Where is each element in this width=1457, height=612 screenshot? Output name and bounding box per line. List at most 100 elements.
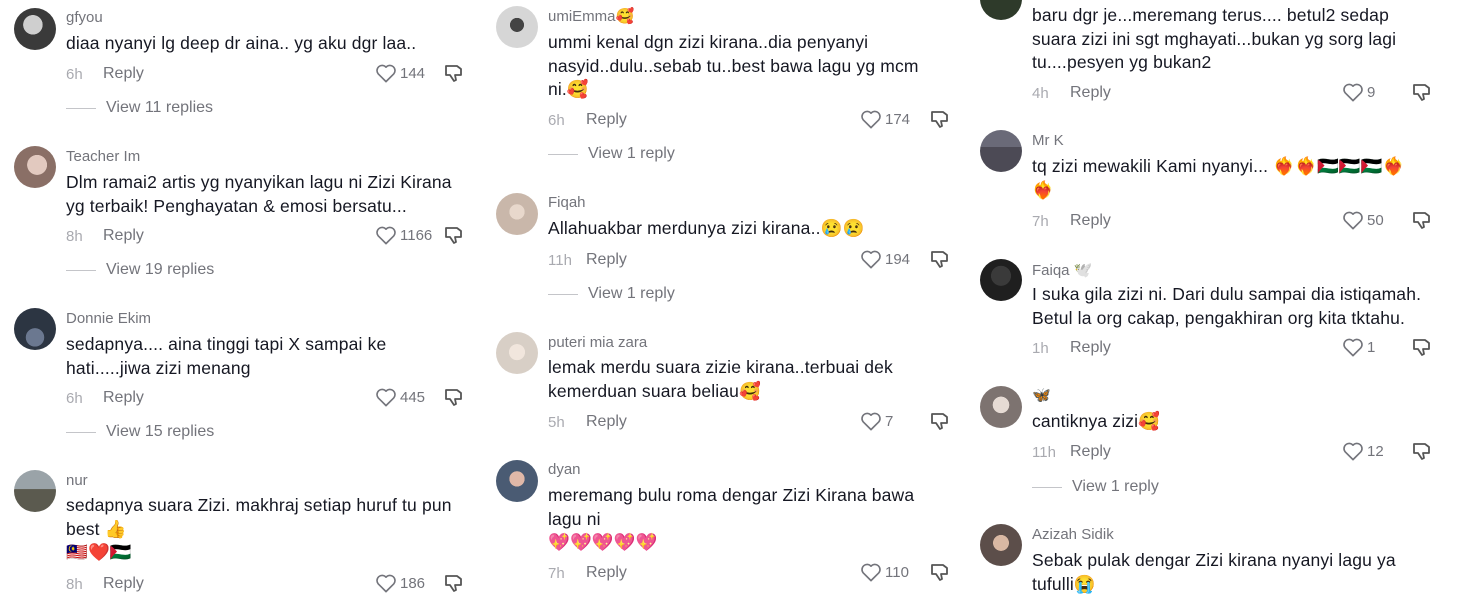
reply-button[interactable]: Reply bbox=[586, 413, 627, 431]
like-button[interactable]: 12 bbox=[1342, 441, 1384, 461]
like-button[interactable]: 445 bbox=[375, 387, 425, 407]
avatar[interactable] bbox=[14, 470, 56, 512]
comment-username[interactable]: puteri mia zara bbox=[548, 334, 647, 351]
dislike-button[interactable] bbox=[1412, 83, 1432, 108]
like-button[interactable]: 144 bbox=[375, 63, 425, 83]
comment-text: diaa nyanyi lg deep dr aina.. yg aku dgr… bbox=[66, 33, 417, 53]
comment-time: 11h bbox=[1032, 444, 1056, 461]
view-replies[interactable]: View 15 replies bbox=[66, 423, 214, 441]
reply-button[interactable]: Reply bbox=[586, 251, 627, 269]
comment-username[interactable]: Azizah Sidik bbox=[1032, 526, 1114, 543]
dislike-button[interactable] bbox=[1412, 442, 1432, 467]
avatar[interactable] bbox=[980, 0, 1022, 20]
view-replies[interactable]: View 1 reply bbox=[548, 285, 675, 303]
thumbs-down-icon bbox=[1413, 443, 1430, 460]
dislike-button[interactable] bbox=[930, 250, 950, 275]
heart-outline-icon bbox=[376, 388, 396, 407]
view-replies[interactable]: View 1 reply bbox=[1032, 478, 1159, 496]
avatar[interactable] bbox=[980, 259, 1022, 301]
comment-username[interactable]: Donnie Ekim bbox=[66, 310, 151, 327]
heart-outline-icon bbox=[1343, 338, 1363, 357]
comment-text: tq zizi mewakili Kami nyanyi... ❤️‍🔥❤️‍🔥… bbox=[1032, 156, 1405, 200]
like-count: 110 bbox=[885, 563, 909, 581]
avatar[interactable] bbox=[496, 193, 538, 235]
view-replies[interactable]: View 11 replies bbox=[66, 99, 213, 117]
dislike-button[interactable] bbox=[1412, 338, 1432, 363]
comment-item: Fiqah Allahuakbar merdunya zizi kirana..… bbox=[482, 186, 968, 316]
comment-item: Teacher Im Dlm ramai2 artis yg nyanyikan… bbox=[0, 140, 480, 290]
comment-time: 11h bbox=[548, 252, 572, 269]
reply-button[interactable]: Reply bbox=[103, 389, 144, 407]
reply-button[interactable]: Reply bbox=[586, 111, 627, 129]
comment-item: baru dgr je...meremang terus.... betul2 … bbox=[966, 0, 1457, 122]
avatar[interactable] bbox=[14, 146, 56, 188]
view-replies-label: View 1 reply bbox=[588, 145, 675, 162]
like-count: 1 bbox=[1367, 338, 1376, 356]
like-button[interactable]: 1166 bbox=[375, 225, 432, 245]
like-button[interactable]: 1 bbox=[1342, 337, 1375, 357]
reply-button[interactable]: Reply bbox=[103, 227, 144, 245]
reply-button[interactable]: Reply bbox=[586, 564, 627, 582]
like-button[interactable]: 9 bbox=[1342, 82, 1375, 102]
dislike-button[interactable] bbox=[444, 574, 464, 599]
comment-item: gfyou diaa nyanyi lg deep dr aina.. yg a… bbox=[0, 0, 480, 130]
avatar[interactable] bbox=[14, 308, 56, 350]
dislike-button[interactable] bbox=[930, 412, 950, 437]
heart-outline-icon bbox=[376, 64, 396, 83]
dislike-button[interactable] bbox=[444, 64, 464, 89]
like-count: 9 bbox=[1367, 83, 1376, 101]
comment-time: 4h bbox=[1032, 85, 1049, 102]
view-replies[interactable]: View 19 replies bbox=[66, 261, 214, 279]
dislike-button[interactable] bbox=[1412, 211, 1432, 236]
comment-username[interactable]: umiEmma🥰 bbox=[548, 7, 634, 25]
comment-username[interactable]: Fiqah bbox=[548, 194, 586, 211]
reply-button[interactable]: Reply bbox=[103, 65, 144, 83]
thumbs-down-icon bbox=[445, 575, 462, 592]
like-count: 7 bbox=[885, 412, 894, 430]
avatar[interactable] bbox=[980, 524, 1022, 566]
avatar[interactable] bbox=[496, 332, 538, 374]
like-button[interactable]: 174 bbox=[860, 109, 910, 129]
comment-column-2: umiEmma🥰 ummi kenal dgn zizi kirana..dia… bbox=[482, 0, 968, 612]
dislike-button[interactable] bbox=[930, 110, 950, 135]
heart-outline-icon bbox=[861, 563, 881, 582]
reply-button[interactable]: Reply bbox=[1070, 212, 1111, 230]
dislike-button[interactable] bbox=[444, 226, 464, 251]
comment-text: Allahuakbar merdunya zizi kirana..😢😢 bbox=[548, 218, 865, 238]
thumbs-down-icon bbox=[445, 65, 462, 82]
heart-outline-icon bbox=[1343, 211, 1363, 230]
like-button[interactable]: 50 bbox=[1342, 210, 1384, 230]
dislike-button[interactable] bbox=[930, 563, 950, 588]
comment-username[interactable]: gfyou bbox=[66, 9, 103, 26]
comment-username[interactable]: Teacher Im bbox=[66, 148, 140, 165]
reply-button[interactable]: Reply bbox=[1070, 339, 1111, 357]
divider-line bbox=[66, 431, 96, 433]
comment-text: cantiknya zizi🥰 bbox=[1032, 411, 1161, 431]
divider-line bbox=[548, 293, 578, 295]
comment-text: Sebak pulak dengar Zizi kirana nyanyi la… bbox=[1032, 550, 1396, 594]
avatar[interactable] bbox=[14, 8, 56, 50]
reply-button[interactable]: Reply bbox=[1070, 443, 1111, 461]
like-count: 1166 bbox=[400, 226, 433, 244]
thumbs-down-icon bbox=[1413, 84, 1430, 101]
avatar[interactable] bbox=[980, 130, 1022, 172]
comment-username[interactable]: Mr K bbox=[1032, 132, 1064, 149]
comment-username[interactable]: 🦋 bbox=[1032, 386, 1051, 404]
comment-username[interactable]: Faiqa 🕊️ bbox=[1032, 261, 1092, 279]
reply-button[interactable]: Reply bbox=[1070, 84, 1111, 102]
avatar[interactable] bbox=[496, 6, 538, 48]
view-replies[interactable]: View 1 reply bbox=[548, 145, 675, 163]
thumbs-down-icon bbox=[931, 251, 948, 268]
comment-username[interactable]: dyan bbox=[548, 461, 581, 478]
reply-button[interactable]: Reply bbox=[103, 575, 144, 593]
comment-item: 🦋 cantiknya zizi🥰 11h Reply 12 View 1 re… bbox=[966, 380, 1457, 510]
avatar[interactable] bbox=[980, 386, 1022, 428]
dislike-button[interactable] bbox=[444, 388, 464, 413]
like-button[interactable]: 194 bbox=[860, 249, 910, 269]
comment-time: 7h bbox=[548, 565, 565, 582]
avatar[interactable] bbox=[496, 460, 538, 502]
comment-username[interactable]: nur bbox=[66, 472, 88, 489]
like-button[interactable]: 110 bbox=[860, 562, 909, 582]
like-button[interactable]: 186 bbox=[375, 573, 425, 593]
like-button[interactable]: 7 bbox=[860, 411, 893, 431]
